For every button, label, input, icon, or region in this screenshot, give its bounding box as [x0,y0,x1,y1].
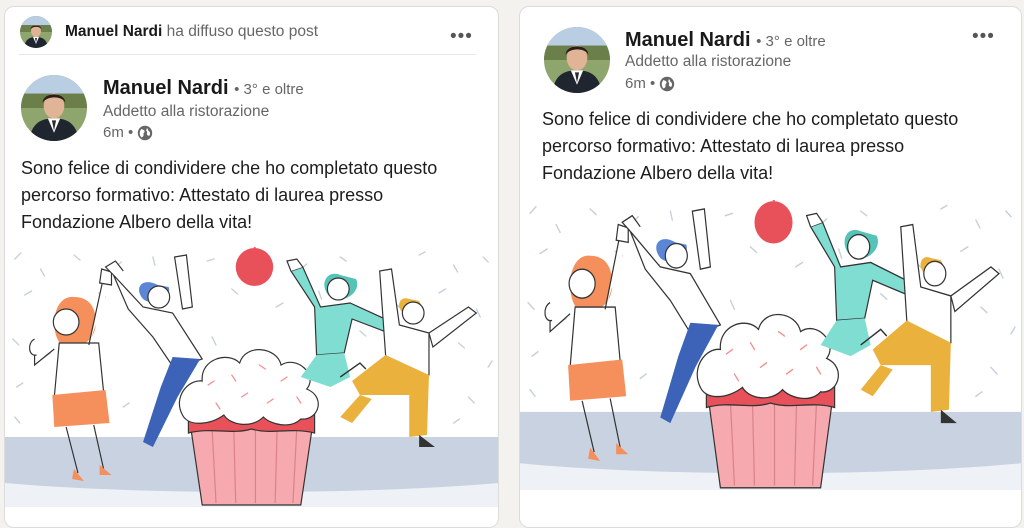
more-options-button[interactable]: ••• [972,27,995,46]
celebration-illustration[interactable] [5,247,498,507]
author-avatar[interactable] [544,27,610,93]
celebration-illustration[interactable] [520,200,1021,490]
post-text-line: Sono felice di condividere che ho comple… [21,158,438,178]
repost-header: Manuel Nardi ha diffuso questo post ••• [5,7,498,55]
post-text-line: Fondazione Albero della vita! [542,163,774,183]
repost-avatar[interactable] [20,16,52,48]
author-avatar[interactable] [21,75,87,141]
globe-icon [137,125,153,141]
post-card: ••• Manuel Nardi • 3° e oltre Addetto al… [519,6,1022,528]
globe-icon [659,76,675,92]
author-headline: Addetto alla ristorazione [625,53,792,70]
post-time: 6m • [625,75,656,92]
post-meta: 6m • [625,75,675,92]
post-text-line: Sono felice di condividere che ho comple… [542,109,959,129]
post-text: Sono felice di condividere che ho comple… [542,106,1012,187]
author-name[interactable]: Manuel Nardi [103,77,229,99]
post-meta: 6m • [103,124,153,141]
author-name-row: Manuel Nardi • 3° e oltre [625,29,826,52]
author-name[interactable]: Manuel Nardi [625,29,751,51]
author-headline: Addetto alla ristorazione [103,103,270,120]
author-name-row: Manuel Nardi • 3° e oltre [103,77,304,100]
post-card-repost: Manuel Nardi ha diffuso questo post ••• … [4,6,499,528]
repost-text: Manuel Nardi ha diffuso questo post [65,23,318,41]
connection-degree: • 3° e oltre [234,81,304,98]
post-time: 6m • [103,124,134,141]
post-text: Sono felice di condividere che ho comple… [21,155,491,236]
more-options-button[interactable]: ••• [450,27,473,46]
repost-action-label: ha diffuso questo post [166,23,319,40]
divider [19,54,476,55]
post-text-line: percorso formativo: Attestato di laurea … [21,185,384,205]
repost-author-name[interactable]: Manuel Nardi [65,23,162,40]
post-text-line: Fondazione Albero della vita! [21,212,253,232]
connection-degree: • 3° e oltre [756,33,826,50]
post-text-line: percorso formativo: Attestato di laurea … [542,136,905,156]
